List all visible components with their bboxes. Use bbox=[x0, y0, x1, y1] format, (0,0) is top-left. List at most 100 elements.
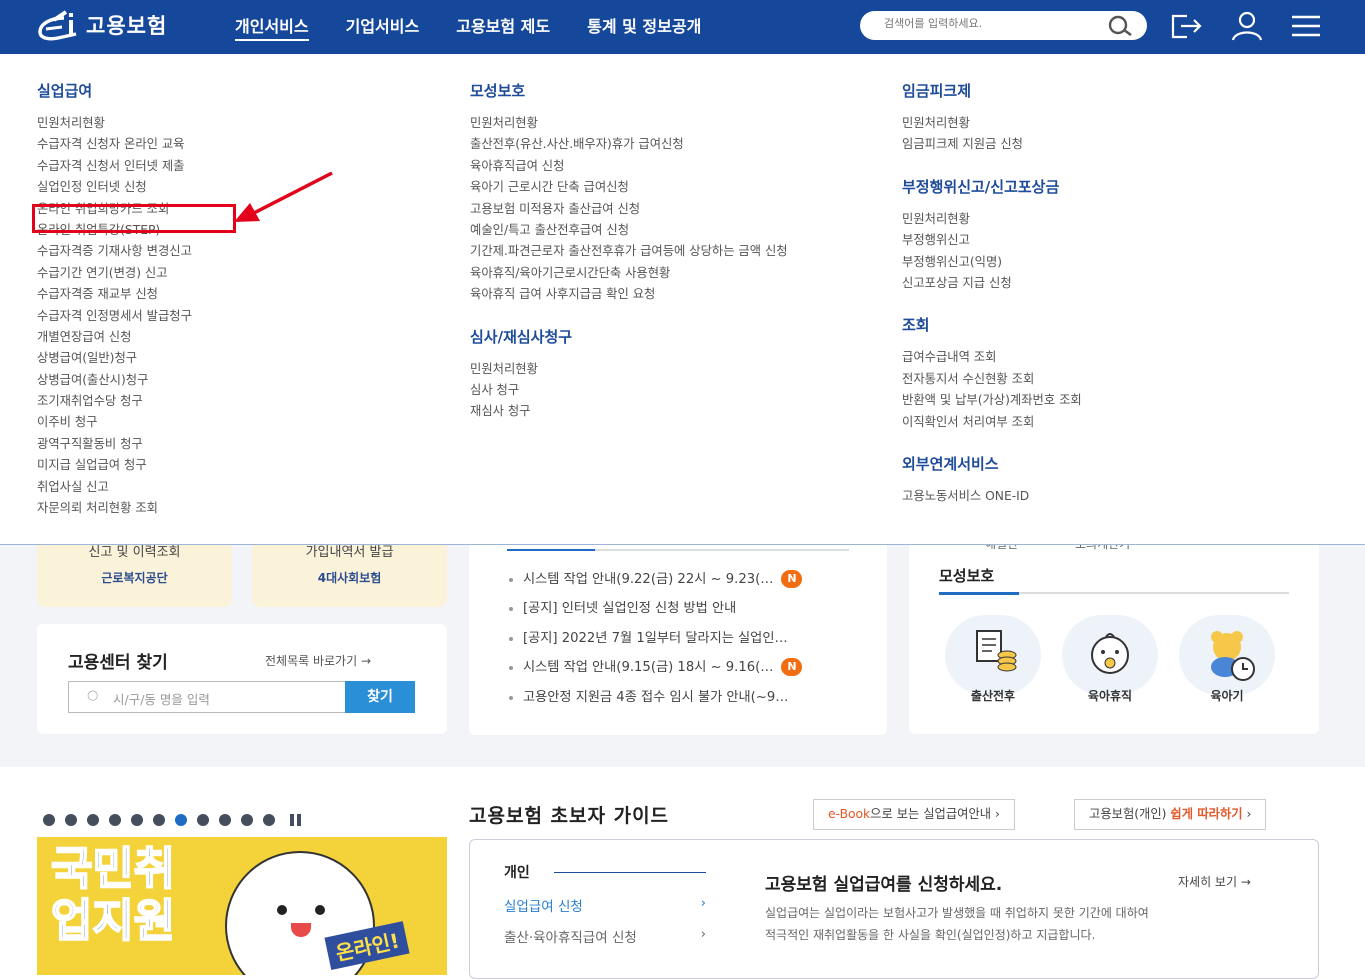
menu-link[interactable]: 상병급여(일반)청구 bbox=[37, 348, 192, 369]
guide-link-label: 출산·육아휴직급여 신청 bbox=[504, 930, 637, 946]
menu-link[interactable]: 고용노동서비스 ONE-ID bbox=[902, 486, 1082, 507]
guide-more-link[interactable]: 자세히 보기 → bbox=[1178, 873, 1251, 890]
teddy-bear-clock-icon[interactable] bbox=[1179, 615, 1275, 695]
menu-link[interactable]: 육아기 근로시간 단축 급여신청 bbox=[470, 177, 788, 198]
menu-link[interactable]: 재심사 청구 bbox=[470, 401, 788, 422]
logo[interactable]: 고용보험 bbox=[36, 8, 167, 42]
menu-link[interactable]: 고용보험 미적용자 출산급여 신청 bbox=[470, 199, 788, 220]
menu-link[interactable]: 수급자격 인정명세서 발급청구 bbox=[37, 306, 192, 327]
center-all-list-link[interactable]: 전체목록 바로가기 → bbox=[265, 652, 371, 669]
pager-dot[interactable] bbox=[87, 814, 99, 826]
pager-dot[interactable] bbox=[153, 814, 165, 826]
menu-link[interactable]: 민원처리현황 bbox=[37, 113, 192, 134]
menu-link[interactable]: 수급자격증 재교부 신청 bbox=[37, 284, 192, 305]
pager-dot[interactable] bbox=[131, 814, 143, 826]
menu-link[interactable]: 민원처리현황 bbox=[470, 359, 788, 380]
menu-link[interactable]: 자문의뢰 처리현황 조회 bbox=[37, 498, 192, 519]
menu-group: 조회급여수급내역 조회 전자통지서 수신현황 조회 반환액 및 납부(가상)계좌번호… bbox=[902, 314, 1082, 433]
notice-item[interactable]: 시스템 작업 안내(9.15(금) 18시 ~ 9.16(… N bbox=[507, 653, 803, 682]
menu-group-title[interactable]: 모성보호 bbox=[470, 80, 788, 101]
menu-group: 부정행위신고/신고포상금민원처리현황 부정행위신고 부정행위신고(익명) 신고포상금 … bbox=[902, 176, 1082, 295]
baby-face-icon[interactable] bbox=[1062, 615, 1158, 695]
center-search-field[interactable]: ○ 시/구/동 명을 입력 bbox=[68, 681, 346, 713]
notice-item[interactable]: [공지] 인터넷 실업인정 신청 방법 안내 bbox=[507, 594, 802, 623]
user-icon[interactable] bbox=[1230, 10, 1264, 42]
menu-link[interactable]: 임금피크제 지원금 신청 bbox=[902, 134, 1082, 155]
lower-section: 국민취업지원 온라인! 고용보험 초보자 가이드 e-Book으로 보는 실업급… bbox=[0, 767, 1365, 979]
menu-link[interactable]: 취업사실 신고 bbox=[37, 477, 192, 498]
nav-business-services[interactable]: 기업서비스 bbox=[346, 0, 420, 54]
pager-dot[interactable] bbox=[109, 814, 121, 826]
notice-item[interactable]: [공지] 2022년 7월 1일부터 달라지는 실업인… bbox=[507, 624, 802, 653]
menu-link[interactable]: 민원처리현황 bbox=[902, 209, 1082, 230]
nav-personal-services[interactable]: 개인서비스 bbox=[235, 0, 309, 54]
nav-insurance-system[interactable]: 고용보험 제도 bbox=[456, 0, 550, 54]
pause-icon[interactable] bbox=[290, 814, 295, 826]
menu-group-title[interactable]: 임금피크제 bbox=[902, 80, 1082, 101]
menu-link[interactable]: 출산전후(유산.사산.배우자)휴가 급여신청 bbox=[470, 134, 788, 155]
pager-dot[interactable] bbox=[65, 814, 77, 826]
nav-statistics[interactable]: 통계 및 정보공개 bbox=[587, 0, 701, 54]
menu-link[interactable]: 급여수급내역 조회 bbox=[902, 347, 1082, 368]
pager-dot[interactable] bbox=[219, 814, 231, 826]
menu-link[interactable]: 수급자격증 기재사항 변경신고 bbox=[37, 241, 192, 262]
pager-dot[interactable] bbox=[263, 814, 275, 826]
pager-dot-active[interactable] bbox=[175, 814, 187, 826]
chevron-right-icon: › bbox=[700, 926, 706, 942]
menu-link[interactable]: 심사 청구 bbox=[470, 380, 788, 401]
guide-link-unemployment[interactable]: 실업급여 신청 › bbox=[504, 895, 706, 915]
menu-link[interactable]: 실업인정 인터넷 신청 bbox=[37, 177, 192, 198]
menu-link[interactable]: 상병급여(출산시)청구 bbox=[37, 370, 192, 391]
menu-group-title[interactable]: 실업급여 bbox=[37, 80, 192, 101]
menu-link[interactable]: 반환액 및 납부(가상)계좌번호 조회 bbox=[902, 390, 1082, 411]
quick-link-org: 4대사회보험 bbox=[317, 571, 382, 585]
menu-group-title[interactable]: 부정행위신고/신고포상금 bbox=[902, 176, 1082, 197]
search-icon[interactable] bbox=[1105, 13, 1135, 38]
document-coins-icon[interactable] bbox=[945, 615, 1041, 695]
chevron-right-icon: › bbox=[995, 807, 1000, 821]
notice-item[interactable]: 고용안정 지원금 4종 접수 임시 불가 안내(~9… bbox=[507, 683, 802, 712]
notice-item[interactable]: 시스템 작업 안내(9.22(금) 22시 ~ 9.23(… N bbox=[507, 565, 803, 594]
menu-link[interactable]: 부정행위신고(익명) bbox=[902, 252, 1082, 273]
menu-link[interactable]: 개별연장급여 신청 bbox=[37, 327, 192, 348]
menu-group-title[interactable]: 심사/재심사청구 bbox=[470, 326, 788, 347]
menu-link[interactable]: 부정행위신고 bbox=[902, 230, 1082, 251]
btn-highlight: e-Book bbox=[828, 807, 871, 821]
pager-dot[interactable] bbox=[197, 814, 209, 826]
arrow-right-icon: → bbox=[1240, 875, 1251, 889]
easy-guide-button[interactable]: 고용보험(개인) 쉽게 따라하기 › bbox=[1074, 799, 1267, 830]
maternity-label: 출산전후 bbox=[970, 689, 1016, 703]
menu-link[interactable]: 미지급 실업급여 청구 bbox=[37, 455, 192, 476]
menu-link[interactable]: 육아휴직/육아기근로시간단축 사용현황 bbox=[470, 263, 788, 284]
menu-link[interactable]: 신고포상금 지급 신청 bbox=[902, 273, 1082, 294]
menu-link[interactable]: 수급자격 신청자 온라인 교육 bbox=[37, 134, 192, 155]
quick-link-4insure[interactable]: 가입내역서 발급 4대사회보험 bbox=[252, 545, 447, 607]
menu-group-title[interactable]: 외부연계서비스 bbox=[902, 453, 1082, 474]
menu-link[interactable]: 민원처리현황 bbox=[470, 113, 788, 134]
menu-link[interactable]: 육아휴직급여 신청 bbox=[470, 156, 788, 177]
menu-link[interactable]: 수급기간 연기(변경) 신고 bbox=[37, 263, 192, 284]
center-search-button[interactable]: 찾기 bbox=[345, 681, 415, 713]
pager-dot[interactable] bbox=[241, 814, 253, 826]
menu-link[interactable]: 기간제.파견근로자 출산전후휴가 급여등에 상당하는 금액 신청 bbox=[470, 241, 788, 262]
guide-link-maternity[interactable]: 출산·육아휴직급여 신청 › bbox=[504, 926, 706, 946]
menu-link[interactable]: 광역구직활동비 청구 bbox=[37, 434, 192, 455]
guide-desc-1: 실업급여는 실업이라는 보험사고가 발생했을 때 취업하지 못한 기간에 대하여 bbox=[765, 906, 1149, 920]
menu-link[interactable]: 이주비 청구 bbox=[37, 412, 192, 433]
menu-link[interactable]: 수급자격 신청서 인터넷 제출 bbox=[37, 156, 192, 177]
ebook-guide-button[interactable]: e-Book으로 보는 실업급여안내 › bbox=[813, 799, 1015, 830]
logout-icon[interactable] bbox=[1169, 10, 1203, 42]
menu-icon[interactable] bbox=[1289, 10, 1323, 42]
menu-link[interactable]: 육아휴직 급여 사후지급금 확인 요청 bbox=[470, 284, 788, 305]
banner-pager[interactable] bbox=[43, 811, 302, 830]
menu-link[interactable]: 조기재취업수당 청구 bbox=[37, 391, 192, 412]
menu-link[interactable]: 전자통지서 수신현황 조회 bbox=[902, 369, 1082, 390]
menu-link[interactable]: 이직확인서 처리여부 조회 bbox=[902, 412, 1082, 433]
menu-group-title[interactable]: 조회 bbox=[902, 314, 1082, 335]
menu-link[interactable]: 예술인/특고 출산전후급여 신청 bbox=[470, 220, 788, 241]
promo-banner[interactable]: 국민취업지원 온라인! bbox=[37, 837, 447, 975]
menu-link[interactable]: 민원처리현황 bbox=[902, 113, 1082, 134]
quick-link-comwel[interactable]: 신고 및 이력조회 근로복지공단 bbox=[37, 545, 232, 607]
search-input[interactable] bbox=[884, 17, 1094, 30]
pager-dot[interactable] bbox=[43, 814, 55, 826]
